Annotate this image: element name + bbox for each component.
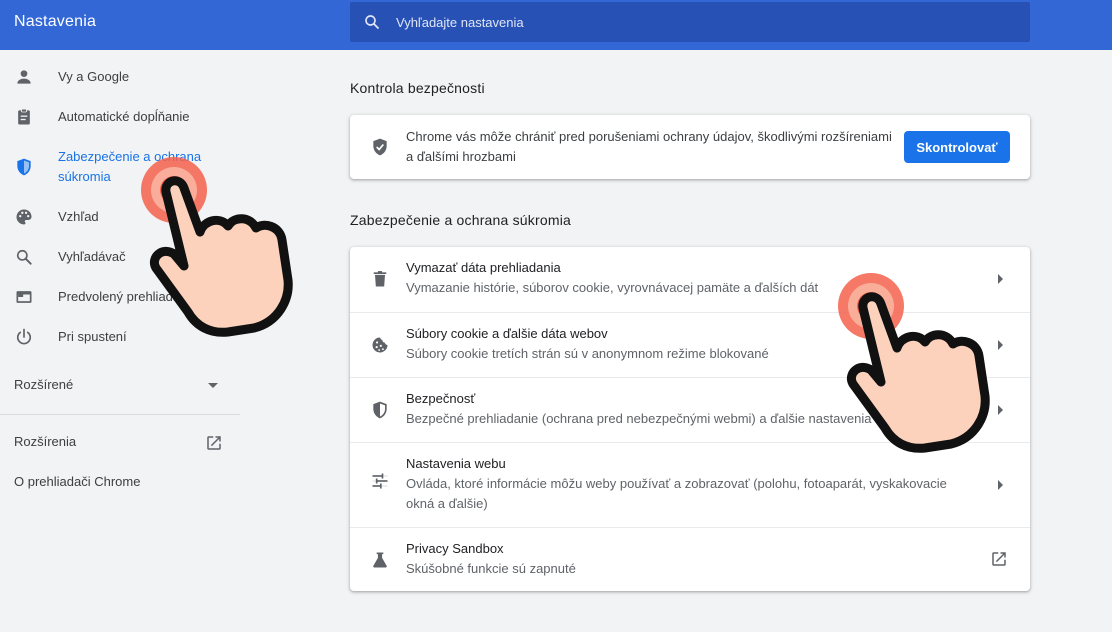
chevron-right-icon [998, 274, 1003, 284]
browser-icon [16, 291, 32, 303]
open-in-new-icon [207, 436, 221, 450]
privacy-sandbox-row[interactable]: Privacy Sandbox Skúšobné funkcie sú zapn… [350, 527, 1030, 591]
sidebar-item-label: Vyhľadávač [58, 249, 126, 264]
shield-icon [17, 158, 31, 176]
cookie-icon [372, 337, 388, 353]
app-header: Nastavenia [0, 0, 1112, 50]
row-subtitle: Ovláda, ktoré informácie môžu weby použí… [406, 476, 947, 491]
clipboard-icon [18, 108, 30, 125]
tap-hand-icon [141, 157, 293, 337]
trash-icon [373, 271, 387, 287]
safety-check-text: Chrome vás môže chrániť pred porušeniami… [406, 129, 892, 144]
safety-check-text: a ďalšími hrozbami [406, 149, 516, 164]
row-title: Bezpečnosť [406, 391, 476, 406]
row-subtitle: Skúšobné funkcie sú zapnuté [406, 561, 576, 576]
chevron-down-icon [208, 383, 218, 388]
shield-check-icon [373, 138, 387, 156]
extensions-link[interactable]: Rozšírenia [0, 432, 240, 454]
sidebar-item-label: Pri spustení [58, 329, 127, 344]
sidebar-item-autofill[interactable]: Automatické dopĺňanie [0, 107, 240, 129]
search-icon [16, 249, 32, 265]
flask-icon [373, 552, 387, 568]
safety-check-card: Chrome vás môže chrániť pred porušeniami… [350, 115, 1030, 179]
privacy-section-title: Zabezpečenie a ochrana súkromia [350, 212, 571, 228]
security-shield-icon [373, 401, 387, 419]
search-input[interactable] [396, 2, 996, 42]
about-chrome-link[interactable]: O prehliadači Chrome [0, 472, 240, 494]
sidebar-divider [0, 414, 240, 415]
search-bar[interactable] [350, 2, 1030, 42]
extensions-label: Rozšírenia [14, 434, 77, 449]
sidebar-item-label: súkromia [58, 169, 111, 184]
open-in-new-icon [992, 552, 1006, 566]
sidebar-item-label: Vy a Google [58, 69, 130, 84]
sidebar-item-label: Vzhľad [58, 209, 99, 224]
row-title: Súbory cookie a ďalšie dáta webov [406, 326, 608, 341]
chevron-right-icon [998, 340, 1003, 350]
person-icon [17, 70, 31, 84]
row-title: Nastavenia webu [406, 456, 506, 471]
chevron-right-icon [998, 480, 1003, 490]
row-subtitle: okná a ďalšie) [406, 496, 488, 511]
sidebar-item-label: Automatické dopĺňanie [58, 109, 190, 124]
safety-check-title: Kontrola bezpečnosti [350, 80, 485, 96]
search-icon [365, 15, 379, 29]
advanced-toggle[interactable]: Rozšírené [0, 375, 240, 397]
tap-hand-icon [838, 273, 990, 453]
row-title: Vymazať dáta prehliadania [406, 260, 561, 275]
app-title: Nastavenia [14, 13, 97, 30]
palette-icon [16, 209, 32, 225]
check-now-button[interactable]: Skontrolovať [904, 131, 1010, 163]
power-icon [16, 328, 32, 345]
tune-icon [372, 473, 388, 489]
about-label: O prehliadači Chrome [14, 474, 141, 489]
row-title: Privacy Sandbox [406, 541, 504, 556]
sidebar: Vy a Google Automatické dopĺňanie Zabezp… [0, 50, 240, 632]
advanced-label: Rozšírené [14, 377, 74, 392]
sidebar-item-you-and-google[interactable]: Vy a Google [0, 67, 240, 89]
chevron-right-icon [998, 405, 1003, 415]
